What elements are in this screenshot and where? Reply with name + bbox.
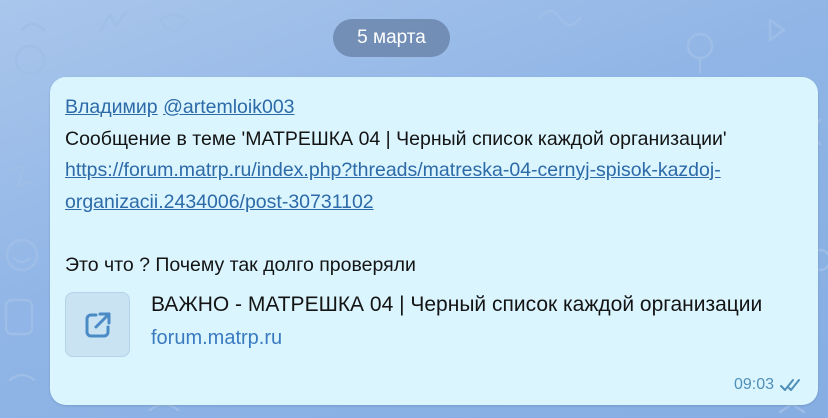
message-bubble[interactable]: Владимир @artemloik003 Сообщение в теме … [50,77,818,405]
author-name-link[interactable]: Владимир [65,96,158,118]
pattern-mic-icon [686,32,714,60]
pattern-play-icon [768,18,786,42]
link-preview-thumbnail[interactable] [65,292,130,357]
pattern-wave-icon [538,9,582,27]
author-handle-link[interactable]: @artemloik003 [163,96,294,118]
double-check-icon [780,378,802,392]
pattern-bolt2-icon [6,164,32,188]
pattern-arc-icon [20,22,46,32]
forum-post-link-line-2: organizacii.2434006/post-30731102 [65,190,374,213]
forum-post-link[interactable]: https://forum.matrp.ru/index.php?threads… [65,155,805,187]
pattern-face-icon [5,238,39,272]
pattern-cloud-icon [8,373,36,382]
forum-topic-text: Сообщение в теме 'МАТРЕШКА 04 | Черный с… [65,127,727,150]
pattern-heart-icon [158,13,190,33]
forum-post-link-line-1: https://forum.matrp.ru/index.php?threads… [65,159,721,181]
external-link-icon [85,312,111,338]
link-preview[interactable]: ВАЖНО - МАТРЕШКА 04 | Черный список кажд… [65,290,805,360]
message-text: Владимир @artemloik003 Сообщение в теме … [65,92,805,281]
pattern-gamepad-icon [228,34,262,58]
message-time: 09:03 [733,376,774,393]
forum-post-link-continued[interactable]: organizacii.2434006/post-30731102 [65,187,805,219]
empty-line [65,218,805,250]
pattern-phone-icon [4,298,34,336]
message-meta: 09:03 [734,374,802,396]
link-preview-domain: forum.matrp.ru [151,327,283,349]
pattern-bolt-icon [98,10,128,34]
link-preview-title[interactable]: ВАЖНО - МАТРЕШКА 04 | Черный список кажд… [151,290,799,320]
pattern-balloon-icon [14,44,46,76]
pattern-star-icon [12,118,34,140]
question-text: Это что ? Почему так долго проверяли [65,253,416,276]
date-separator: 5 марта [333,19,450,57]
